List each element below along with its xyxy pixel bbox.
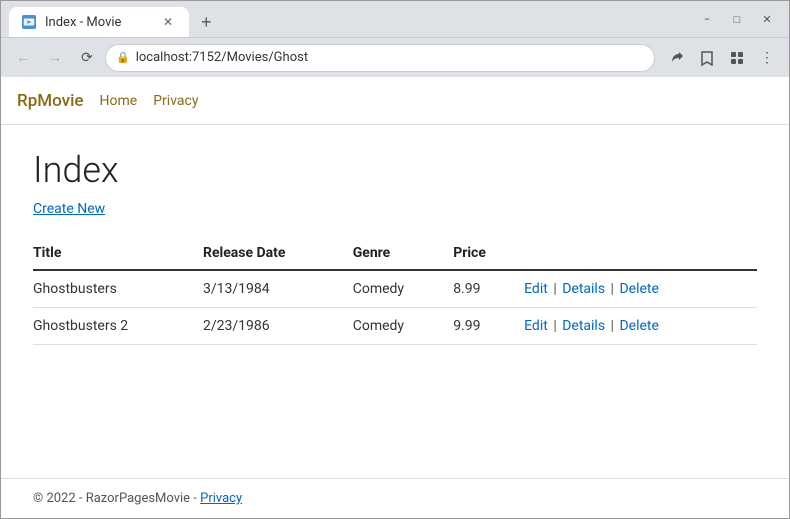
reload-button[interactable]: ⟳ [73, 44, 101, 72]
lock-icon: 🔒 [116, 51, 130, 64]
delete-link-1[interactable]: Delete [619, 318, 658, 334]
sep-2: | [611, 281, 614, 297]
address-bar: ← → ⟳ 🔒 localhost:7152/Movies/Ghost ⋮ [1, 37, 789, 77]
col-title: Title [33, 237, 203, 270]
cell-actions-0: Edit | Details | Delete [524, 270, 757, 308]
extensions-icon[interactable] [723, 44, 751, 72]
share-icon[interactable] [663, 44, 691, 72]
site-brand: RpMovie [17, 91, 84, 111]
tab-close-button[interactable]: ✕ [159, 13, 177, 31]
url-text: localhost:7152/Movies/Ghost [136, 50, 644, 65]
col-genre: Genre [353, 237, 453, 270]
cell-genre-1: Comedy [353, 308, 453, 345]
create-new-link[interactable]: Create New [33, 201, 105, 217]
col-price: Price [453, 237, 524, 270]
page-heading: Index [33, 149, 757, 191]
site-nav: RpMovie Home Privacy [1, 77, 789, 125]
cell-date-0: 3/13/1984 [203, 270, 353, 308]
edit-link-0[interactable]: Edit [524, 281, 548, 297]
table-row: Ghostbusters 3/13/1984 Comedy 8.99 Edit … [33, 270, 757, 308]
col-release-date: Release Date [203, 237, 353, 270]
brand-suffix: Movie [37, 91, 83, 111]
table-row: Ghostbusters 2 2/23/1986 Comedy 9.99 Edi… [33, 308, 757, 345]
sep-1: | [553, 281, 556, 297]
forward-button[interactable]: → [41, 44, 69, 72]
main-content: Index Create New Title Release Date Genr… [1, 125, 789, 478]
minimize-button[interactable]: − [693, 5, 721, 33]
table-header: Title Release Date Genre Price [33, 237, 757, 270]
maximize-button[interactable]: □ [723, 5, 751, 33]
toolbar-icons: ⋮ [663, 44, 781, 72]
cell-date-1: 2/23/1986 [203, 308, 353, 345]
table-body: Ghostbusters 3/13/1984 Comedy 8.99 Edit … [33, 270, 757, 345]
tab-title: Index - Movie [45, 15, 121, 30]
active-tab[interactable]: Index - Movie ✕ [9, 7, 189, 37]
url-bar[interactable]: 🔒 localhost:7152/Movies/Ghost [105, 44, 655, 72]
site-footer: © 2022 - RazorPagesMovie - Privacy [1, 478, 789, 518]
details-link-0[interactable]: Details [562, 281, 605, 297]
tab-favicon [21, 14, 37, 30]
browser-window: Index - Movie ✕ + − □ ✕ ← → ⟳ 🔒 localhos… [0, 0, 790, 519]
sep-3: | [553, 318, 556, 334]
cell-price-1: 9.99 [453, 308, 524, 345]
col-actions [524, 237, 757, 270]
cell-title-1: Ghostbusters 2 [33, 308, 203, 345]
close-button[interactable]: ✕ [753, 5, 781, 33]
brand-prefix: Rp [17, 91, 37, 111]
nav-privacy-link[interactable]: Privacy [153, 93, 198, 109]
details-link-1[interactable]: Details [562, 318, 605, 334]
cell-price-0: 8.99 [453, 270, 524, 308]
nav-home-link[interactable]: Home [100, 93, 138, 109]
delete-link-0[interactable]: Delete [619, 281, 658, 297]
new-tab-button[interactable]: + [193, 8, 220, 37]
cell-actions-1: Edit | Details | Delete [524, 308, 757, 345]
bookmark-icon[interactable] [693, 44, 721, 72]
page-content: RpMovie Home Privacy Index Create New Ti… [1, 77, 789, 518]
header-row: Title Release Date Genre Price [33, 237, 757, 270]
footer-text: © 2022 - RazorPagesMovie - [33, 491, 200, 506]
movies-table: Title Release Date Genre Price Ghostbust… [33, 237, 757, 345]
footer-privacy-link[interactable]: Privacy [200, 491, 242, 506]
cell-genre-0: Comedy [353, 270, 453, 308]
title-bar: Index - Movie ✕ + − □ ✕ [1, 1, 789, 37]
back-button[interactable]: ← [9, 44, 37, 72]
tab-area: Index - Movie ✕ + [9, 1, 681, 37]
window-controls: − □ ✕ [693, 5, 781, 33]
browser-menu-icon[interactable]: ⋮ [753, 44, 781, 72]
sep-4: | [611, 318, 614, 334]
edit-link-1[interactable]: Edit [524, 318, 548, 334]
cell-title-0: Ghostbusters [33, 270, 203, 308]
